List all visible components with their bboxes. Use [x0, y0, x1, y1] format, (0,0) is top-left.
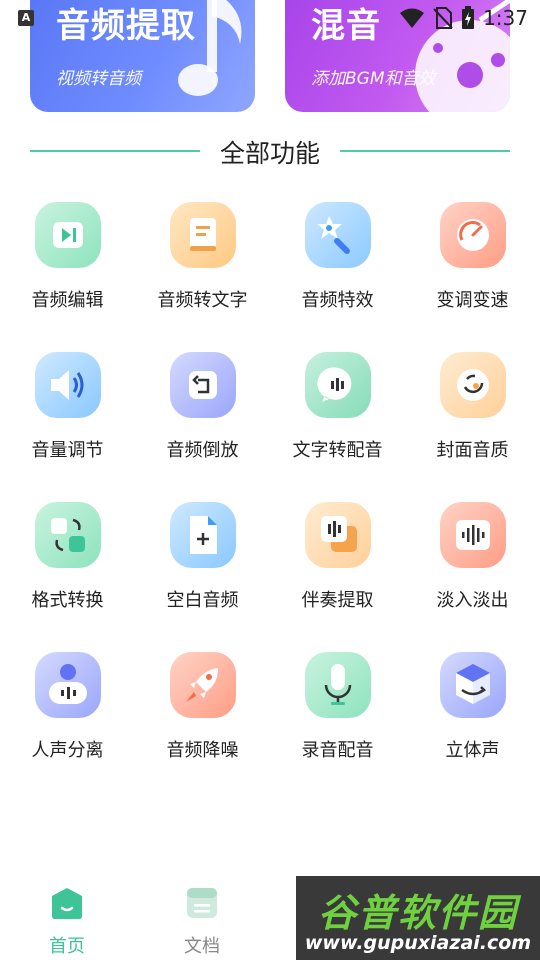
reverse-icon [170, 352, 236, 418]
status-time: 1:37 [483, 6, 528, 30]
divider-line [340, 150, 510, 152]
feature-label: 立体声 [445, 740, 500, 761]
speedometer-icon [440, 202, 506, 268]
microphone-icon [305, 652, 371, 718]
feature-label: 文字转配音 [292, 440, 383, 461]
feature-noise-reduction[interactable]: 音频降噪 [135, 650, 270, 800]
feature-blank-audio[interactable]: 空白音频 [135, 500, 270, 650]
feature-text-to-speech[interactable]: 文字转配音 [270, 350, 405, 500]
feature-volume[interactable]: 音量调节 [0, 350, 135, 500]
feature-label: 音量调节 [31, 440, 104, 461]
cube-3d-icon [440, 652, 506, 718]
person-voice-icon [35, 652, 101, 718]
feature-pitch-speed[interactable]: 变调变速 [405, 200, 540, 350]
document-list-icon [187, 888, 217, 918]
rocket-icon [170, 652, 236, 718]
watermark-url: www.gupuxiazai.com [304, 932, 532, 954]
document-icon [170, 202, 236, 268]
feature-audio-effects[interactable]: 音频特效 [270, 200, 405, 350]
battery-charging-icon [462, 6, 475, 29]
watermark: 谷普软件园 www.gupuxiazai.com [296, 876, 540, 960]
convert-icon [35, 502, 101, 568]
status-icons: 1:37 [399, 6, 528, 30]
banner-subtitle: 视频转音频 [56, 69, 141, 89]
feature-fade[interactable]: 淡入淡出 [405, 500, 540, 650]
nav-label: 文档 [184, 936, 220, 957]
nav-home[interactable]: 首页 [17, 884, 117, 957]
new-file-icon [170, 502, 236, 568]
feature-label: 人声分离 [31, 740, 104, 761]
magic-wand-icon [305, 202, 371, 268]
banner-subtitle: 添加BGM和音效 [311, 69, 436, 89]
notification-badge-icon: A [18, 10, 34, 26]
feature-accompaniment-extract[interactable]: 伴奏提取 [270, 500, 405, 650]
feature-audio-edit[interactable]: 音频编辑 [0, 200, 135, 350]
feature-label: 空白音频 [166, 590, 239, 611]
no-sim-icon [433, 7, 453, 29]
status-bar: A 1:37 [0, 0, 540, 36]
section-title: 全部功能 [219, 139, 320, 168]
feature-label: 音频编辑 [31, 290, 104, 311]
feature-reverse[interactable]: 音频倒放 [135, 350, 270, 500]
nav-documents[interactable]: 文档 [152, 884, 252, 957]
play-edit-icon [35, 202, 101, 268]
feature-vocal-separation[interactable]: 人声分离 [0, 650, 135, 800]
feature-label: 音频特效 [301, 290, 374, 311]
feature-label: 格式转换 [31, 590, 104, 611]
section-header: 全部功能 [0, 130, 540, 170]
feature-audio-to-text[interactable]: 音频转文字 [135, 200, 270, 350]
feature-cover-quality[interactable]: 封面音质 [405, 350, 540, 500]
feature-stereo[interactable]: 立体声 [405, 650, 540, 800]
watermark-title: 谷普软件园 [317, 891, 518, 935]
feature-label: 淡入淡出 [436, 590, 509, 611]
home-icon [52, 888, 82, 919]
feature-record-dub[interactable]: 录音配音 [270, 650, 405, 800]
waveform-icon [440, 502, 506, 568]
feature-format-convert[interactable]: 格式转换 [0, 500, 135, 650]
feature-label: 音频倒放 [166, 440, 239, 461]
voice-bubble-icon [305, 352, 371, 418]
feature-label: 录音配音 [301, 740, 374, 761]
speaker-icon [35, 352, 101, 418]
feature-label: 伴奏提取 [301, 590, 374, 611]
layers-waveform-icon [305, 502, 371, 568]
feature-label: 变调变速 [436, 290, 509, 311]
feature-label: 封面音质 [436, 440, 509, 461]
wifi-icon [400, 8, 425, 28]
feature-label: 音频降噪 [166, 740, 239, 761]
nav-label: 首页 [49, 936, 85, 957]
feature-label: 音频转文字 [157, 290, 248, 311]
quality-dial-icon [440, 352, 506, 418]
